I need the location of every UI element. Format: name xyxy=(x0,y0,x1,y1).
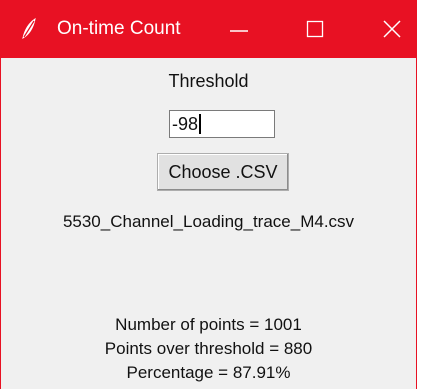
text-caret xyxy=(199,114,202,134)
threshold-input-value: -98 xyxy=(172,114,199,134)
threshold-input[interactable]: -98 xyxy=(169,110,275,138)
close-button[interactable] xyxy=(364,0,416,58)
threshold-label: Threshold xyxy=(168,71,249,91)
title-bar[interactable]: On-time Count xyxy=(1,0,416,58)
window-title: On-time Count xyxy=(57,18,181,39)
window-content: Threshold -98 Choose .CSV 5530_Channel_L… xyxy=(1,58,416,389)
feather-icon xyxy=(19,17,41,41)
choose-csv-button[interactable]: Choose .CSV xyxy=(157,153,289,191)
points-count-label: Number of points = 1001 xyxy=(115,315,302,334)
app-window: On-time Count Threshold -98 Choose .CSV … xyxy=(0,0,417,389)
maximize-button[interactable] xyxy=(287,0,343,58)
percentage-label: Percentage = 87.91% xyxy=(126,363,291,382)
minimize-button[interactable] xyxy=(211,0,267,58)
points-over-threshold-label: Points over threshold = 880 xyxy=(104,339,313,358)
selected-file-label: 5530_Channel_Loading_trace_M4.csv xyxy=(62,212,355,231)
